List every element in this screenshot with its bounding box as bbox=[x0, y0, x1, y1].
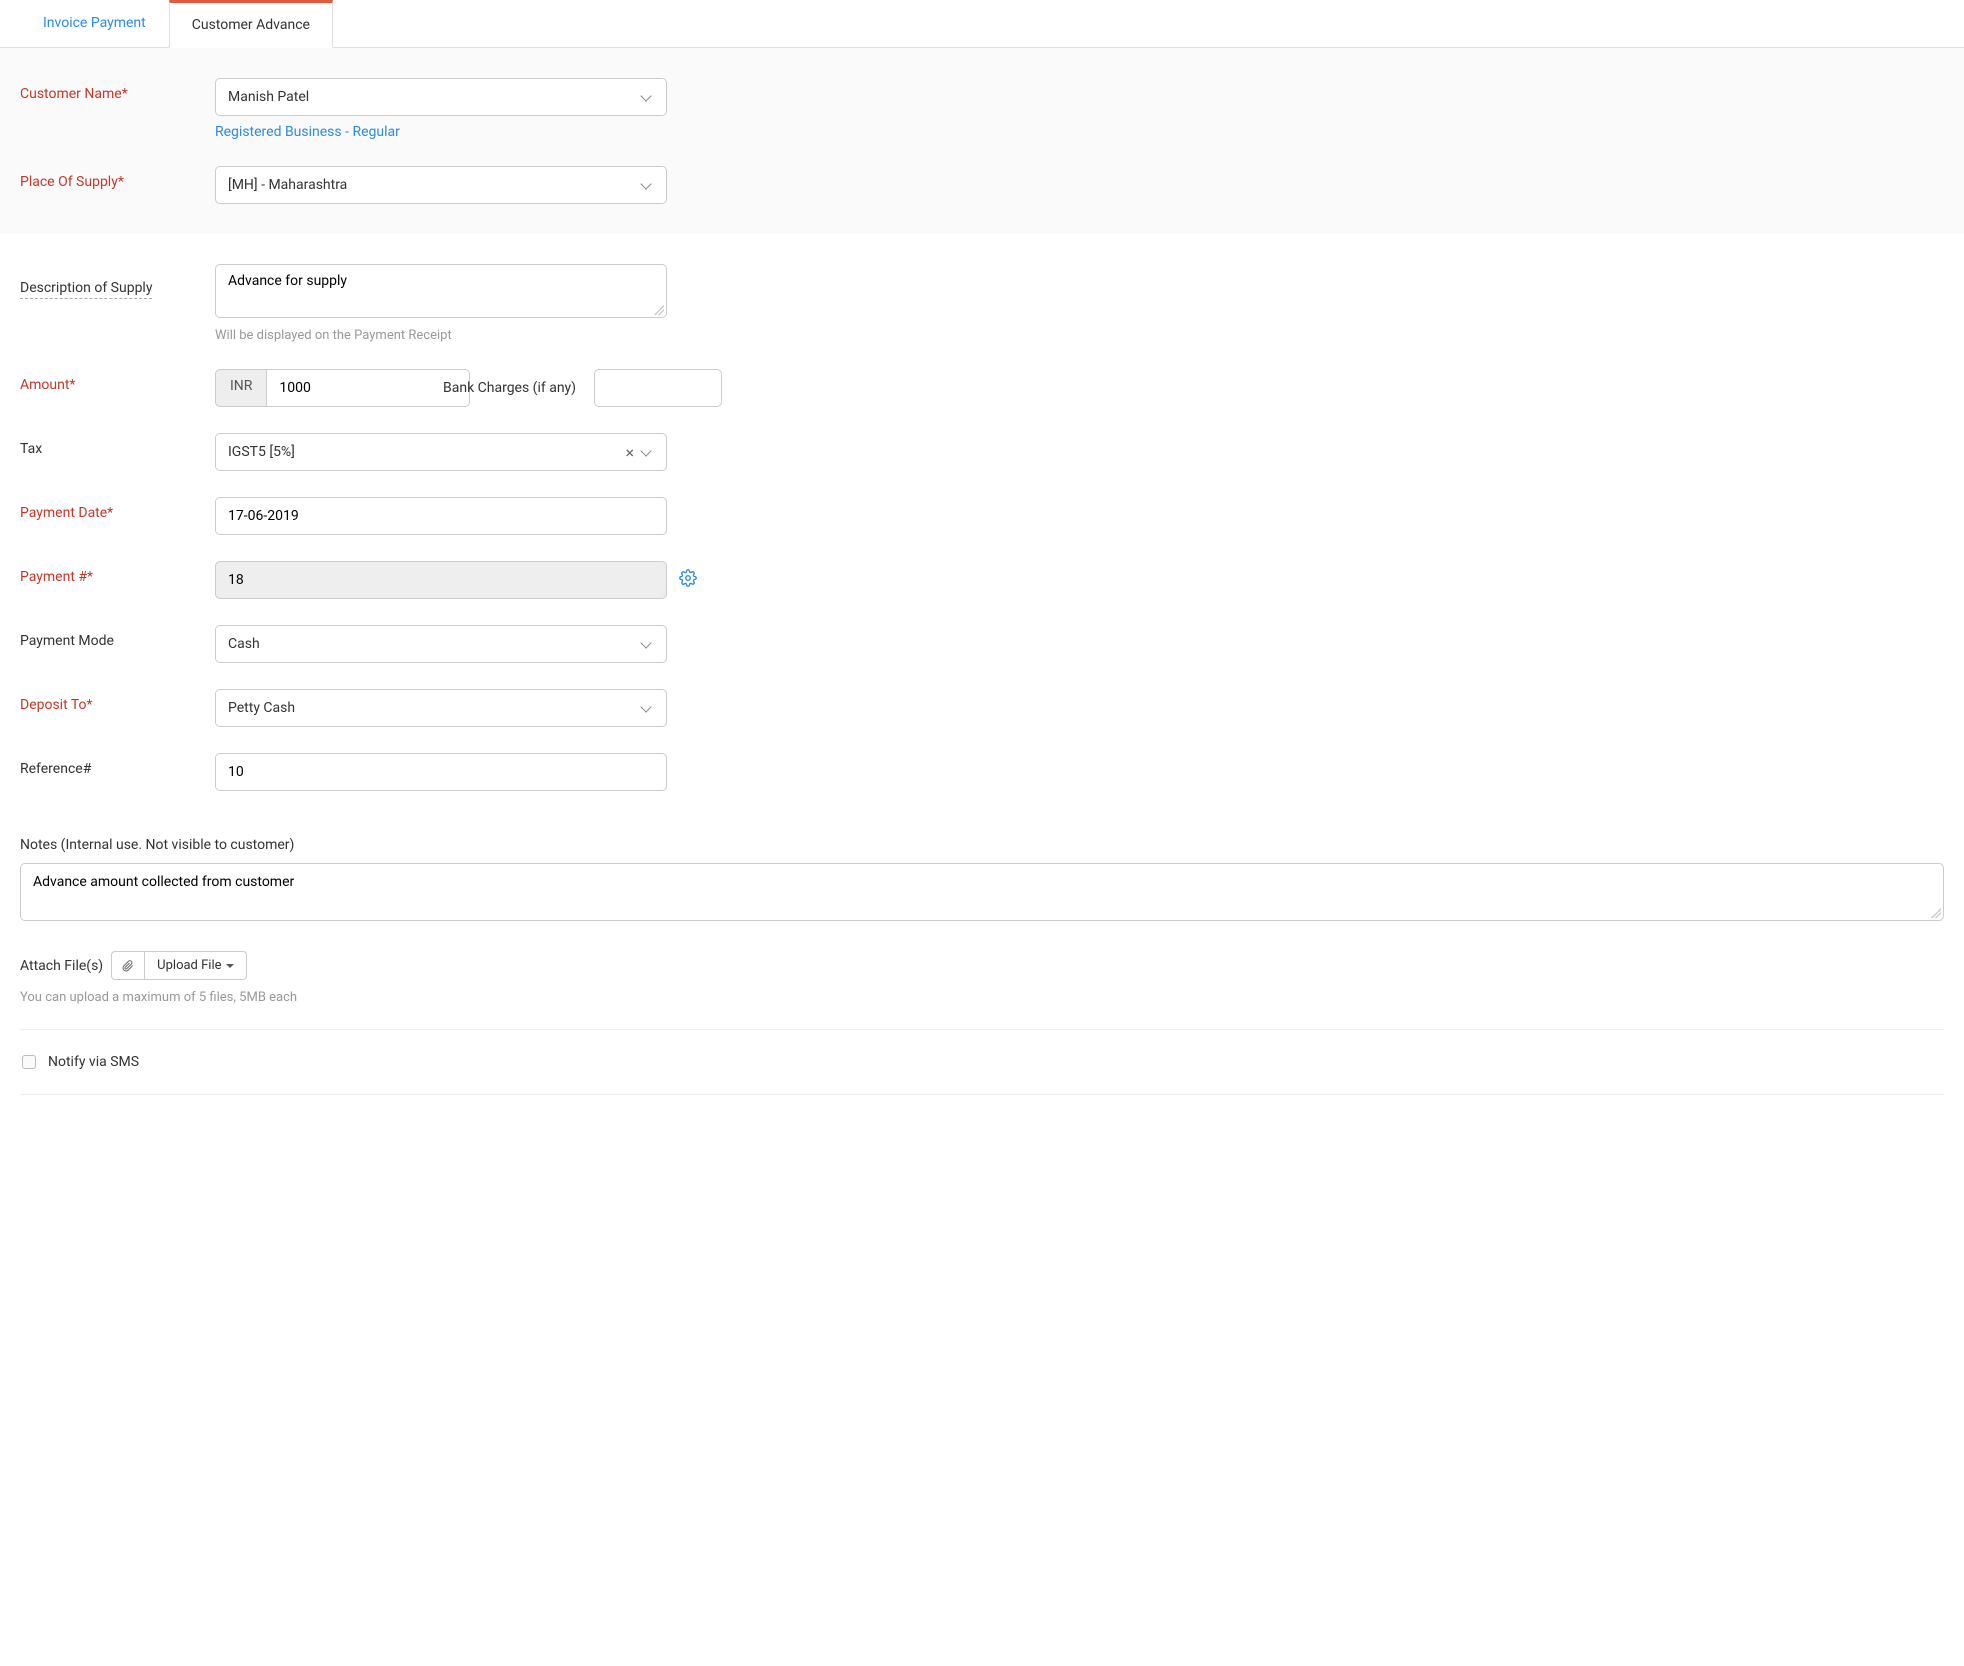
divider bbox=[20, 1094, 1944, 1095]
place-of-supply-label: Place Of Supply* bbox=[20, 166, 215, 190]
customer-name-value: Manish Patel bbox=[228, 89, 642, 105]
gear-icon[interactable] bbox=[679, 561, 697, 587]
divider bbox=[20, 1029, 1944, 1030]
resize-handle-icon[interactable] bbox=[654, 305, 664, 315]
tab-customer-advance[interactable]: Customer Advance bbox=[169, 0, 333, 48]
payment-number-label: Payment #* bbox=[20, 561, 215, 585]
payment-mode-label: Payment Mode bbox=[20, 625, 215, 649]
caret-down-icon bbox=[226, 964, 234, 968]
tax-label: Tax bbox=[20, 433, 215, 457]
upload-file-label: Upload File bbox=[157, 958, 221, 973]
chevron-down-icon bbox=[642, 179, 654, 191]
chevron-down-icon bbox=[642, 702, 654, 714]
payment-number-input-wrap bbox=[215, 561, 667, 599]
reference-input-wrap[interactable] bbox=[215, 753, 667, 791]
deposit-to-select[interactable]: Petty Cash bbox=[215, 689, 667, 727]
deposit-to-value: Petty Cash bbox=[228, 700, 642, 716]
resize-handle-icon[interactable] bbox=[1931, 908, 1941, 918]
reference-label: Reference# bbox=[20, 753, 215, 777]
chevron-down-icon bbox=[642, 638, 654, 650]
section-footer: Notes (Internal use. Not visible to cust… bbox=[0, 837, 1964, 1139]
tax-value: IGST5 [5%] bbox=[228, 444, 625, 460]
section-details: Description of Supply Will be displayed … bbox=[0, 234, 1964, 837]
amount-label: Amount* bbox=[20, 369, 215, 393]
payment-mode-value: Cash bbox=[228, 636, 642, 652]
upload-file-button[interactable]: Upload File bbox=[145, 951, 246, 980]
bank-charges-input[interactable] bbox=[607, 380, 785, 396]
place-of-supply-value: [MH] - Maharashtra bbox=[228, 177, 642, 193]
payment-date-input-wrap[interactable] bbox=[215, 497, 667, 535]
notes-textarea[interactable] bbox=[33, 874, 1931, 906]
deposit-to-label: Deposit To* bbox=[20, 689, 215, 713]
notes-label: Notes (Internal use. Not visible to cust… bbox=[20, 837, 1944, 853]
tabs-bar: Invoice Payment Customer Advance bbox=[0, 0, 1964, 48]
tab-invoice-payment[interactable]: Invoice Payment bbox=[20, 0, 169, 47]
attach-hint: You can upload a maximum of 5 files, 5MB… bbox=[20, 990, 1944, 1005]
description-label: Description of Supply bbox=[20, 272, 152, 299]
reference-input[interactable] bbox=[228, 764, 654, 780]
notes-textarea-wrap[interactable] bbox=[20, 863, 1944, 921]
description-hint: Will be displayed on the Payment Receipt bbox=[215, 328, 667, 343]
notify-sms-label: Notify via SMS bbox=[48, 1054, 139, 1070]
bank-charges-label: Bank Charges (if any) bbox=[425, 372, 594, 404]
currency-addon: INR bbox=[215, 369, 266, 407]
payment-date-label: Payment Date* bbox=[20, 497, 215, 521]
description-input[interactable] bbox=[228, 273, 654, 309]
chevron-down-icon bbox=[642, 446, 654, 458]
paperclip-icon bbox=[122, 959, 134, 973]
payment-mode-select[interactable]: Cash bbox=[215, 625, 667, 663]
amount-input-group: INR bbox=[215, 369, 425, 407]
tax-select[interactable]: IGST5 [5%] × bbox=[215, 433, 667, 471]
place-of-supply-select[interactable]: [MH] - Maharashtra bbox=[215, 166, 667, 204]
clear-icon[interactable]: × bbox=[625, 443, 634, 462]
registered-business-link[interactable]: Registered Business - Regular bbox=[215, 124, 400, 140]
bank-charges-input-wrap[interactable] bbox=[594, 369, 722, 407]
notify-sms-checkbox[interactable] bbox=[22, 1055, 36, 1069]
payment-number-input bbox=[228, 572, 654, 588]
attach-label: Attach File(s) bbox=[20, 958, 103, 974]
customer-name-label: Customer Name* bbox=[20, 78, 215, 102]
section-customer: Customer Name* Manish Patel Registered B… bbox=[0, 48, 1964, 234]
payment-date-input[interactable] bbox=[228, 508, 654, 524]
customer-name-select[interactable]: Manish Patel bbox=[215, 78, 667, 116]
chevron-down-icon bbox=[642, 91, 654, 103]
description-textarea[interactable] bbox=[215, 264, 667, 318]
attachment-icon-button[interactable] bbox=[111, 951, 145, 980]
